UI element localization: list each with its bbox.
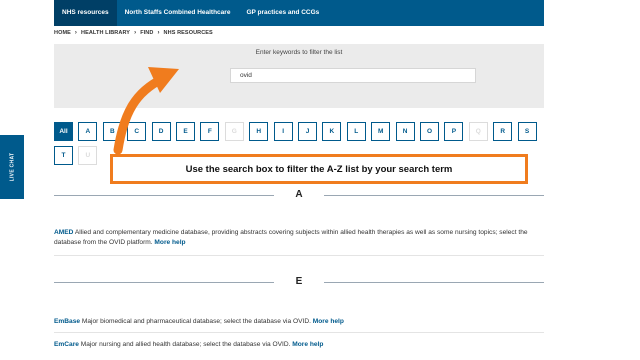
- resource-item-emcare: EmCare Major nursing and allied health d…: [54, 340, 544, 350]
- filter-label: Enter keywords to filter the list: [255, 49, 343, 56]
- breadcrumb-separator: ›: [74, 30, 78, 36]
- resource-link[interactable]: EmBase: [54, 318, 80, 325]
- letter-filter-h[interactable]: H: [249, 122, 269, 141]
- letter-filter-l[interactable]: L: [346, 122, 366, 141]
- letter-filter-q: Q: [468, 122, 488, 141]
- letter-filter-p[interactable]: P: [444, 122, 464, 141]
- breadcrumb: HOME › HEALTH LIBRARY › FIND › NHS RESOU…: [54, 30, 213, 36]
- letter-filter-o[interactable]: O: [420, 122, 439, 141]
- letter-filter-c[interactable]: C: [127, 122, 147, 141]
- resource-item-embase: EmBase Major biomedical and pharmaceutic…: [54, 317, 544, 327]
- letter-filter-i[interactable]: I: [273, 122, 293, 141]
- resource-link[interactable]: EmCare: [54, 341, 79, 348]
- more-help-link[interactable]: More help: [292, 341, 323, 348]
- section-header-e: E: [54, 276, 544, 288]
- letter-filter-n[interactable]: N: [395, 122, 415, 141]
- row-divider: [54, 255, 544, 256]
- filter-search-input[interactable]: ovid: [230, 68, 476, 83]
- letter-filter-m[interactable]: M: [371, 122, 391, 141]
- letter-filter-e[interactable]: E: [176, 122, 195, 141]
- tab-north-staffs-combined-healthcare[interactable]: North Staffs Combined Healthcare: [117, 0, 239, 26]
- breadcrumb-home[interactable]: HOME: [54, 30, 71, 36]
- letter-filter-b[interactable]: B: [102, 122, 122, 141]
- breadcrumb-find[interactable]: FIND: [140, 30, 153, 36]
- breadcrumb-health-library[interactable]: HEALTH LIBRARY: [81, 30, 130, 36]
- tab-gp-practices-and-ccgs[interactable]: GP practices and CCGs: [238, 0, 327, 26]
- breadcrumb-nhs-resources: NHS RESOURCES: [163, 30, 213, 36]
- letter-filter-j[interactable]: J: [298, 122, 317, 141]
- more-help-link[interactable]: More help: [313, 318, 344, 325]
- row-divider: [54, 332, 544, 333]
- callout-text: Use the search box to filter the A-Z lis…: [185, 163, 453, 175]
- instruction-callout: Use the search box to filter the A-Z lis…: [110, 154, 528, 184]
- filter-panel: Enter keywords to filter the list ovid: [54, 44, 544, 108]
- letter-filter-g: G: [224, 122, 244, 141]
- resource-description: Major nursing and allied health database…: [78, 341, 293, 348]
- letter-filter-a[interactable]: A: [78, 122, 98, 141]
- tab-nhs-resources[interactable]: NHS resources: [54, 0, 117, 26]
- resource-item-amed: AMED Allied and complementary medicine d…: [54, 228, 544, 248]
- resource-link[interactable]: AMED: [54, 229, 73, 236]
- breadcrumb-separator: ›: [157, 30, 160, 36]
- live-chat-label: LIVE CHAT: [9, 152, 15, 182]
- letter-filter-d[interactable]: D: [151, 122, 171, 141]
- resource-description: Major biomedical and pharmaceutical data…: [80, 318, 313, 325]
- letter-filter-r[interactable]: R: [493, 122, 513, 141]
- divider-line: [324, 282, 544, 283]
- live-chat-button[interactable]: LIVE CHAT: [0, 135, 24, 199]
- section-header-a: A: [54, 189, 544, 201]
- breadcrumb-separator: ›: [134, 30, 137, 36]
- letter-filter-u: U: [78, 146, 98, 165]
- top-navigation: NHS resources North Staffs Combined Heal…: [54, 0, 544, 26]
- letter-filter-f[interactable]: F: [200, 122, 220, 141]
- more-help-link[interactable]: More help: [154, 239, 185, 246]
- divider-line: [324, 195, 544, 196]
- letter-filter-k[interactable]: K: [322, 122, 342, 141]
- letter-filter-t[interactable]: T: [54, 146, 73, 165]
- letter-filter-all[interactable]: All: [54, 122, 73, 141]
- resource-description: Allied and complementary medicine databa…: [54, 229, 528, 246]
- letter-filter-s[interactable]: S: [517, 122, 537, 141]
